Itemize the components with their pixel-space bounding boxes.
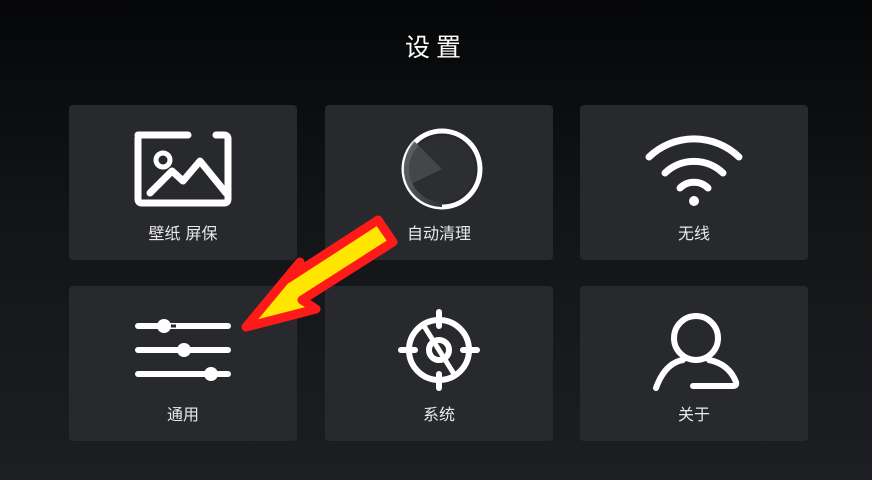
tile-general-label: 通用 [166, 405, 199, 424]
tile-about[interactable]: 关于 [580, 286, 808, 441]
tile-wallpaper-label: 壁纸 屏保 [148, 224, 218, 243]
cleanup-icon [401, 128, 483, 210]
tile-auto-cleanup[interactable]: 自动清理 [325, 105, 553, 260]
tile-wireless[interactable]: 无线 [580, 105, 808, 260]
tile-about-label: 关于 [677, 405, 710, 424]
system-wheel-icon [398, 309, 480, 391]
tile-wireless-label: 无线 [677, 224, 710, 243]
sliders-icon [135, 319, 231, 381]
wifi-icon [645, 135, 743, 206]
settings-grid: 壁纸 屏保 自动清理 无线 通用 系统 关于 [0, 0, 872, 480]
user-icon [653, 313, 740, 391]
wallpaper-icon [134, 131, 232, 207]
tile-wallpaper[interactable]: 壁纸 屏保 [69, 105, 297, 260]
tile-general[interactable]: 通用 [69, 286, 297, 441]
tile-auto-cleanup-label: 自动清理 [406, 224, 471, 243]
tile-system-label: 系统 [422, 405, 455, 424]
tile-system[interactable]: 系统 [325, 286, 553, 441]
